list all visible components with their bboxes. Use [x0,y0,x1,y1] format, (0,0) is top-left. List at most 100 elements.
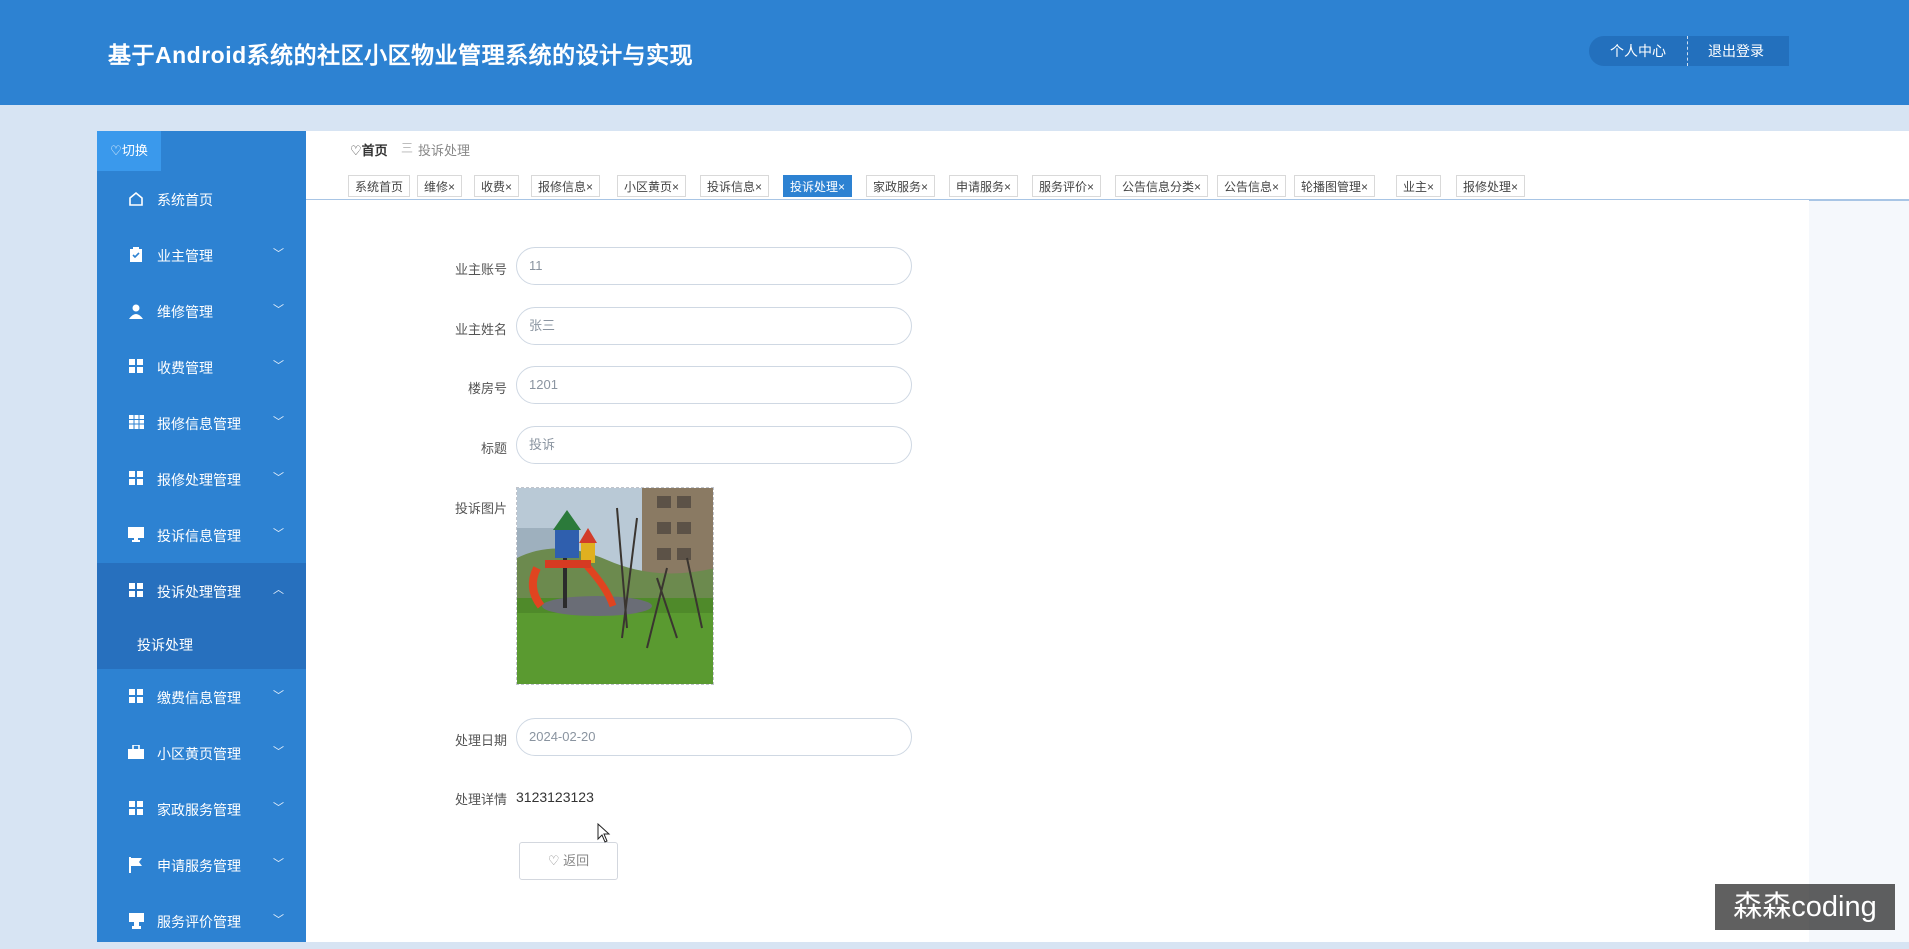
close-icon[interactable]: × [1272,180,1279,194]
sidebar-item-label: 投诉信息管理 [157,528,241,544]
mouse-cursor-icon [597,823,611,843]
flag-icon [128,857,144,873]
sidebar-item-label: 系统首页 [157,192,213,208]
sidebar-item-payment-info-management[interactable]: 缴费信息管理 ﹀ [97,669,306,725]
close-icon[interactable]: × [1087,180,1094,194]
chevron-down-icon: ﹀ [273,746,284,758]
handling-detail-value: 3123123123 [516,789,594,805]
sidebar-switch-button[interactable]: ♡切换 [97,131,161,171]
tab-owner[interactable]: 业主× [1396,175,1442,197]
chevron-down-icon: ﹀ [273,528,284,540]
grid-icon [128,689,144,705]
sidebar-item-complaint-info-management[interactable]: 投诉信息管理 ﹀ [97,507,306,563]
handling-date-field[interactable]: 2024-02-20 [516,718,912,756]
tab-label: 收费 [481,180,506,194]
sidebar-item-owner-management[interactable]: 业主管理 ﹀ [97,227,306,283]
user-icon [128,303,144,319]
close-icon[interactable]: × [1511,180,1518,194]
complaint-image[interactable] [516,487,714,685]
close-icon[interactable]: × [1004,180,1011,194]
close-icon[interactable]: × [505,180,512,194]
chevron-down-icon: ﹀ [273,360,284,372]
home-icon [128,191,144,207]
tab-fees[interactable]: 收费× [474,175,520,197]
sidebar-item-yellow-pages-management[interactable]: 小区黄页管理 ﹀ [97,725,306,781]
tab-label: 小区黄页 [624,180,673,194]
tab-service-application[interactable]: 申请服务× [949,175,1019,197]
close-icon[interactable]: × [672,180,679,194]
chevron-down-icon: ﹀ [273,248,284,260]
chevron-down-icon: ﹀ [273,802,284,814]
chevron-down-icon: ﹀ [273,914,284,926]
close-icon[interactable]: × [755,180,762,194]
sidebar-item-label: 收费管理 [157,360,213,376]
sidebar-item-repair-info-management[interactable]: 报修信息管理 ﹀ [97,395,306,451]
logout-button[interactable]: 退出登录 [1688,36,1789,66]
tab-label: 服务评价 [1039,180,1088,194]
sidebar-item-repair-management[interactable]: 维修管理 ﹀ [97,283,306,339]
chevron-down-icon: ﹀ [273,416,284,428]
sidebar-item-complaint-handling-management[interactable]: 投诉处理管理 ︿ [97,563,306,619]
breadcrumb: ♡首页 三 投诉处理 [306,131,1909,166]
tab-repair[interactable]: 维修× [417,175,463,197]
tab-service-review[interactable]: 服务评价× [1032,175,1102,197]
owner-account-field[interactable]: 11 [516,247,912,285]
briefcase-icon [128,744,144,761]
sidebar-item-home[interactable]: 系统首页 [97,171,306,227]
close-icon[interactable]: × [586,180,593,194]
sidebar-item-label: 缴费信息管理 [157,690,241,706]
tab-label: 申请服务 [956,180,1005,194]
heart-icon: ♡ [350,143,362,158]
complaint-image-label: 投诉图片 [454,501,507,516]
submenu-item-complaint-handling[interactable]: 投诉处理 [97,619,306,669]
breadcrumb-current: 投诉处理 [418,143,471,158]
owner-name-field[interactable]: 张三 [516,307,912,345]
back-button[interactable]: ♡ 返回 [519,842,618,880]
tab-repair-info[interactable]: 报修信息× [531,175,601,197]
tab-label: 投诉处理 [790,180,839,194]
sidebar-item-housekeeping-management[interactable]: 家政服务管理 ﹀ [97,781,306,837]
tab-label: 业主 [1403,180,1428,194]
title-field[interactable]: 投诉 [516,426,912,464]
heart-icon: ♡ [547,853,564,868]
tab-notice-category[interactable]: 公告信息分类× [1115,175,1209,197]
tab-label: 报修信息 [538,180,587,194]
tab-complaint-info[interactable]: 投诉信息× [700,175,770,197]
close-icon[interactable]: × [448,180,455,194]
monitor-icon [128,527,144,543]
watermark: 森森coding [1715,884,1895,930]
tab-notice-info[interactable]: 公告信息× [1217,175,1287,197]
close-icon[interactable]: × [1361,180,1368,194]
grid-icon [128,471,144,487]
tab-label: 公告信息分类 [1122,180,1195,194]
breadcrumb-home[interactable]: ♡首页 [350,140,388,159]
tab-complaint-handling[interactable]: 投诉处理× [783,175,853,197]
sidebar-item-fee-management[interactable]: 收费管理 ﹀ [97,339,306,395]
close-icon[interactable]: × [921,180,928,194]
close-icon[interactable]: × [1427,180,1434,194]
tab-housekeeping[interactable]: 家政服务× [866,175,936,197]
sidebar-item-service-review-management[interactable]: 服务评价管理 ﹀ [97,893,306,949]
tab-system-home[interactable]: 系统首页 [348,175,411,197]
sidebar-item-label: 申请服务管理 [157,858,241,874]
tab-label: 系统首页 [355,180,404,194]
tab-yellow-pages[interactable]: 小区黄页× [617,175,687,197]
close-icon[interactable]: × [1194,180,1201,194]
room-number-label: 楼房号 [467,381,507,396]
tab-repair-handling[interactable]: 报修处理× [1456,175,1526,197]
cup-icon [128,913,144,929]
sidebar-item-service-application-management[interactable]: 申请服务管理 ﹀ [97,837,306,893]
room-number-field[interactable]: 1201 [516,366,912,404]
sidebar-item-repair-handling-management[interactable]: 报修处理管理 ﹀ [97,451,306,507]
tab-carousel-management[interactable]: 轮播图管理× [1294,175,1376,197]
owner-name-label: 业主姓名 [454,322,507,337]
user-center-button[interactable]: 个人中心 [1589,36,1688,66]
top-bar: 基于Android系统的社区小区物业管理系统的设计与实现 个人中心 退出登录 [0,0,1909,105]
sidebar-item-label: 报修信息管理 [157,416,241,432]
sidebar-item-label: 投诉处理管理 [157,584,241,600]
sidebar-item-label: 业主管理 [157,248,213,264]
breadcrumb-separator: 三 [401,141,414,155]
close-icon[interactable]: × [838,180,845,194]
handling-detail-label: 处理详情 [454,792,507,807]
app-title: 基于Android系统的社区小区物业管理系统的设计与实现 [108,42,694,68]
